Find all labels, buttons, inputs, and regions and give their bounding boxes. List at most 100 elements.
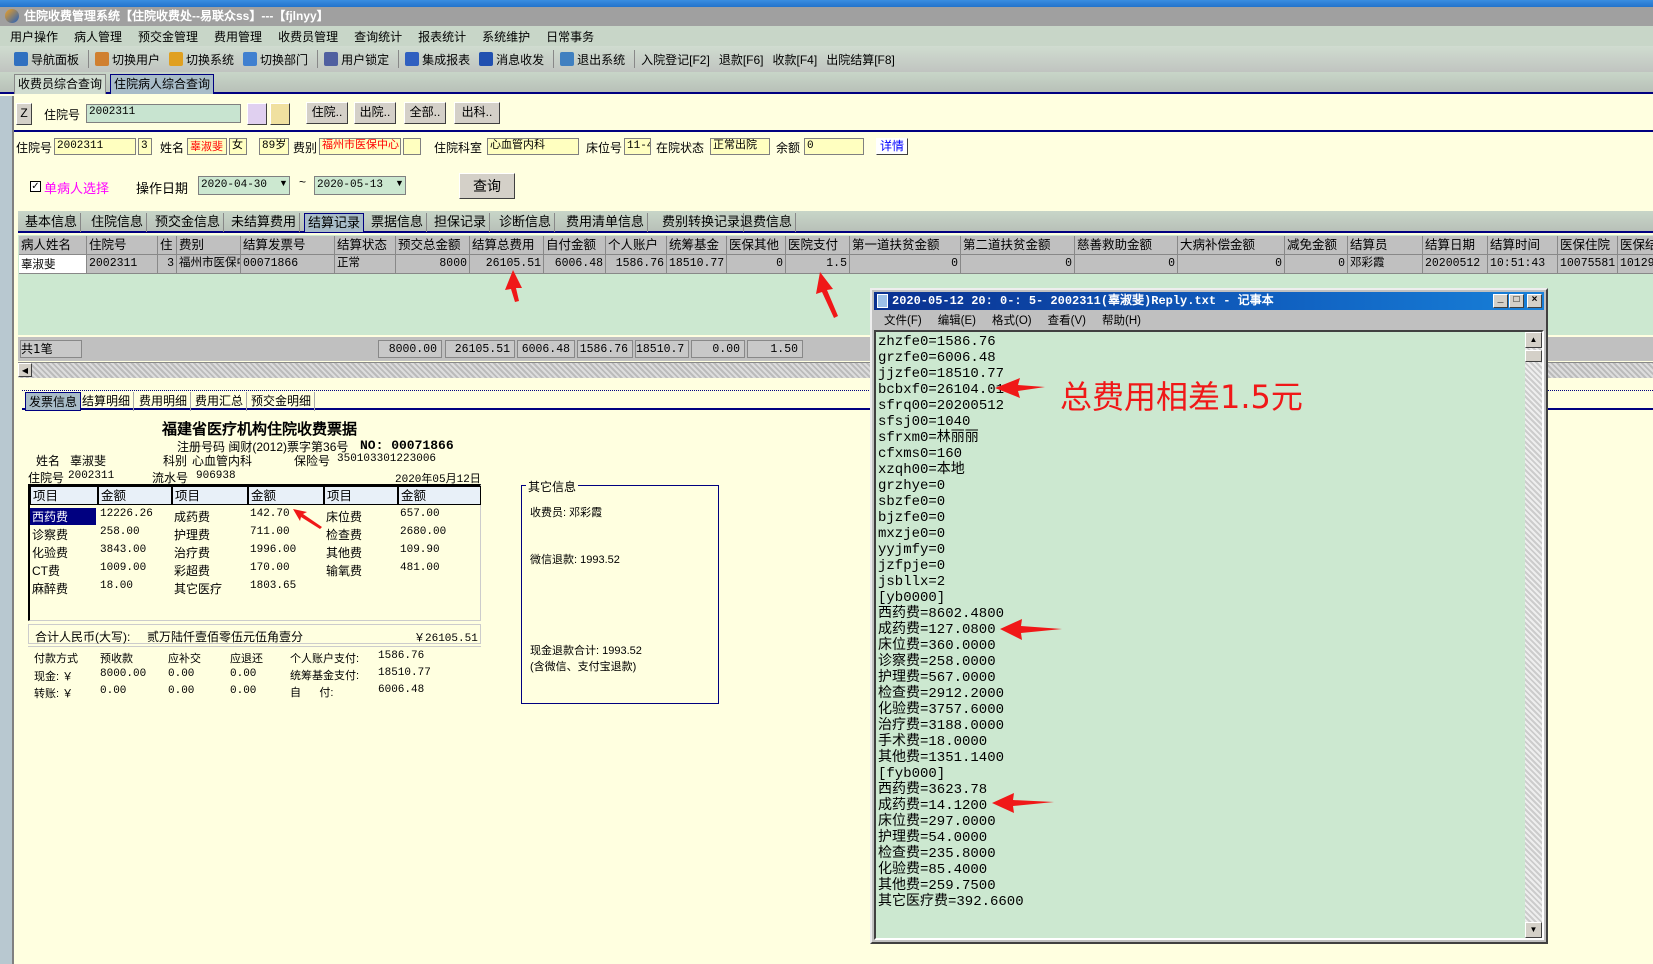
grid-cell[interactable]: 0 <box>1285 255 1348 274</box>
grid-cell[interactable]: 8000 <box>396 255 470 274</box>
z-button[interactable]: Z <box>16 103 32 125</box>
grid-cell[interactable]: 0 <box>850 255 961 274</box>
grid-cell[interactable]: 福州市医保中心 <box>177 255 241 274</box>
detail-tab[interactable]: 结算记录 <box>304 213 365 232</box>
toolbar-button[interactable]: 退款[F6] <box>719 51 764 68</box>
detail-tab[interactable]: 担保记录 <box>431 213 491 232</box>
grid-header[interactable]: 病人姓名 <box>19 236 87 255</box>
grid-header[interactable]: 个人账户 <box>606 236 667 255</box>
bottom-tab[interactable]: 费用汇总 <box>192 392 248 411</box>
grid-cell[interactable]: 1.5 <box>786 255 850 274</box>
toolbar-button[interactable]: 出院结算[F8] <box>826 51 895 68</box>
maximize-icon[interactable]: □ <box>1509 294 1524 308</box>
toolbar-button[interactable]: 集成报表 <box>405 51 470 68</box>
grid-header[interactable]: 费别 <box>177 236 241 255</box>
date-to-select[interactable]: 2020-05-13 <box>314 176 406 195</box>
out-dept-button[interactable]: 出科.. <box>454 102 500 124</box>
bottom-tab[interactable]: 预交金明细 <box>248 392 316 411</box>
detail-tab[interactable]: 基本信息 <box>22 213 82 232</box>
menu-item[interactable]: 用户操作 <box>10 28 58 45</box>
grid-header[interactable]: 第一道扶贫金额 <box>850 236 961 255</box>
grid-header[interactable]: 结算日期 <box>1423 236 1488 255</box>
close-icon[interactable]: × <box>1527 294 1542 308</box>
notepad-menu-item[interactable]: 编辑(E) <box>938 312 976 330</box>
detail-tab[interactable]: 诊断信息 <box>496 213 556 232</box>
grid-cell[interactable]: 0 <box>727 255 786 274</box>
grid-cell[interactable]: 20200512 <box>1423 255 1488 274</box>
grid-header[interactable]: 预交总金额 <box>396 236 470 255</box>
tab-cashier-query[interactable]: 收费员综合查询 <box>14 74 107 94</box>
scroll-down-icon[interactable]: ▼ <box>1525 922 1542 938</box>
grid-cell[interactable]: 3 <box>158 255 177 274</box>
notepad-text-area[interactable]: zhzfe0=1586.76 grzfe0=6006.48 jjzfe0=18510… <box>874 330 1544 940</box>
detail-tab[interactable]: 退费信息 <box>737 213 797 232</box>
toolbar-button[interactable]: 切换部门 <box>243 51 308 68</box>
grid-header[interactable]: 减免金额 <box>1285 236 1348 255</box>
grid-cell[interactable]: 10075581 <box>1558 255 1618 274</box>
grid-header[interactable]: 结算员 <box>1348 236 1423 255</box>
detail-tab[interactable]: 预交金信息 <box>152 213 225 232</box>
broom-clear-icon[interactable] <box>270 103 290 125</box>
grid-header[interactable]: 自付金额 <box>544 236 606 255</box>
grid-header[interactable]: 慈善救助金额 <box>1075 236 1178 255</box>
detail-tab[interactable]: 费用清单信息 <box>563 213 649 232</box>
inpatient-button[interactable]: 住院.. <box>306 102 348 124</box>
scroll-thumb[interactable] <box>1525 350 1542 362</box>
notepad-menu-item[interactable]: 帮助(H) <box>1102 312 1141 330</box>
toolbar-button[interactable]: 导航面板 <box>14 51 79 68</box>
bottom-tab[interactable]: 结算明细 <box>79 392 135 411</box>
grid-cell[interactable]: 0 <box>1075 255 1178 274</box>
grid-header[interactable]: 结算状态 <box>335 236 396 255</box>
scroll-left-icon[interactable]: ◀ <box>18 363 32 377</box>
grid-header[interactable]: 第二道扶贫金额 <box>961 236 1075 255</box>
notepad-menu-item[interactable]: 查看(V) <box>1048 312 1086 330</box>
menu-item[interactable]: 系统维护 <box>482 28 530 45</box>
grid-cell[interactable]: 18510.77 <box>667 255 727 274</box>
grid-header[interactable]: 住院号 <box>87 236 158 255</box>
discharged-button[interactable]: 出院.. <box>354 102 396 124</box>
detail-button[interactable]: 详情 <box>876 138 908 155</box>
grid-cell[interactable]: 2002311 <box>87 255 158 274</box>
grid-cell[interactable]: 邓彩霞 <box>1348 255 1423 274</box>
menu-item[interactable]: 收费员管理 <box>278 28 338 45</box>
grid-header[interactable]: 医保住院 <box>1558 236 1618 255</box>
query-button[interactable]: 查询 <box>459 173 515 199</box>
menu-item[interactable]: 病人管理 <box>74 28 122 45</box>
grid-cell[interactable]: 10:51:43 <box>1488 255 1558 274</box>
notepad-menu-item[interactable]: 文件(F) <box>884 312 922 330</box>
toolbar-button[interactable]: 用户锁定 <box>324 51 389 68</box>
grid-header[interactable]: 结算时间 <box>1488 236 1558 255</box>
grid-cell[interactable]: 0 <box>1178 255 1285 274</box>
detail-tab[interactable]: 未结算费用 <box>228 213 301 232</box>
id-input[interactable]: 2002311 <box>86 104 241 123</box>
grid-cell[interactable]: 正常 <box>335 255 396 274</box>
menu-item[interactable]: 费用管理 <box>214 28 262 45</box>
grid-header[interactable]: 医保结 <box>1618 236 1653 255</box>
date-from-select[interactable]: 2020-04-30 <box>198 176 290 195</box>
single-patient-checkbox[interactable]: ✓ <box>30 181 41 192</box>
chevron-down-icon[interactable]: ▼ <box>279 178 288 188</box>
menu-item[interactable]: 日常事务 <box>546 28 594 45</box>
toolbar-button[interactable]: 收款[F4] <box>773 51 818 68</box>
grid-cell[interactable]: 6006.48 <box>544 255 606 274</box>
menu-item[interactable]: 报表统计 <box>418 28 466 45</box>
bottom-tab[interactable]: 发票信息 <box>25 392 82 411</box>
bottom-tab[interactable]: 费用明细 <box>136 392 192 411</box>
grid-cell[interactable]: 辜淑斐 <box>19 255 87 274</box>
detail-tab[interactable]: 票据信息 <box>368 213 428 232</box>
all-button[interactable]: 全部.. <box>404 102 446 124</box>
card-reader-icon[interactable] <box>247 103 267 125</box>
notepad-menu-item[interactable]: 格式(O) <box>992 312 1032 330</box>
detail-tab[interactable]: 住院信息 <box>88 213 148 232</box>
vertical-scrollbar[interactable]: ▲ ▼ <box>1525 332 1542 938</box>
notepad-titlebar[interactable]: 2020-05-12 20: 0-: 5- 2002311(辜淑斐)Reply.… <box>874 292 1544 310</box>
scroll-up-icon[interactable]: ▲ <box>1525 332 1542 348</box>
grid-header[interactable]: 医院支付 <box>786 236 850 255</box>
toolbar-button[interactable]: 切换用户 <box>95 51 160 68</box>
grid-cell[interactable]: 00071866 <box>241 255 335 274</box>
detail-tab[interactable]: 费别转换记录 <box>659 213 745 232</box>
minimize-icon[interactable]: _ <box>1493 294 1508 308</box>
chevron-down-icon[interactable]: ▼ <box>395 178 404 188</box>
grid-cell[interactable]: 10129 <box>1618 255 1653 274</box>
menu-item[interactable]: 查询统计 <box>354 28 402 45</box>
